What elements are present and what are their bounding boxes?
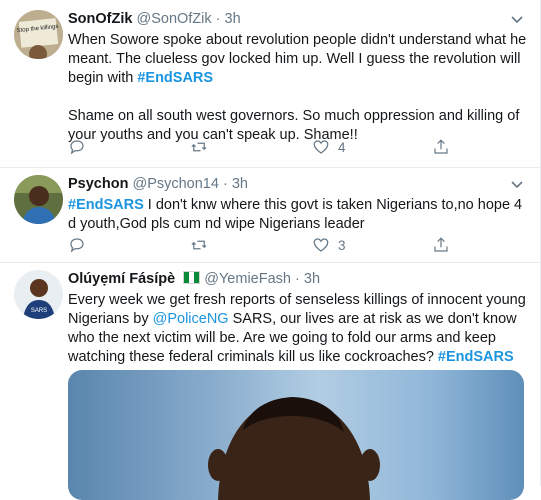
tweet-header: Psychon @Psychon14 · 3h	[68, 176, 248, 192]
avatar[interactable]	[14, 175, 63, 224]
timestamp[interactable]: 3h	[232, 176, 248, 192]
share-button[interactable]	[432, 137, 450, 157]
reply-button[interactable]	[68, 235, 94, 255]
share-icon	[434, 237, 448, 252]
nigeria-flag-icon	[183, 271, 201, 284]
hashtag-link[interactable]: #EndSARS	[137, 70, 213, 86]
display-name[interactable]: SonOfZik	[68, 11, 132, 27]
hashtag-link[interactable]: #EndSARS	[438, 349, 514, 365]
like-button[interactable]: 4	[312, 137, 346, 157]
tweet-text: Every week we get fresh reports of sense…	[68, 291, 530, 367]
user-handle[interactable]: @YemieFash	[204, 271, 291, 287]
tweet-sonofzik[interactable]: Stop the killings SonOfZik @SonOfZik · 3…	[0, 0, 540, 168]
tweet-actions: 4	[68, 137, 478, 157]
display-name[interactable]: Psychon	[68, 176, 128, 192]
tweet-media-image[interactable]	[68, 370, 524, 500]
timestamp[interactable]: 3h	[225, 11, 241, 27]
tweet-header: SonOfZik @SonOfZik · 3h	[68, 11, 241, 27]
avatar[interactable]: Stop the killings	[14, 10, 63, 59]
display-name[interactable]: Olúyẹmí Fásípè	[68, 271, 175, 287]
caret-down-icon[interactable]	[510, 12, 524, 26]
tweet-header: Olúyẹmí Fásípè @YemieFash · 3h	[68, 271, 320, 287]
avatar[interactable]: SARS	[14, 270, 63, 319]
share-icon	[434, 139, 448, 154]
hashtag-link[interactable]: #EndSARS	[68, 197, 144, 213]
reply-button[interactable]	[68, 137, 94, 157]
separator-dot: ·	[215, 11, 221, 27]
avatar-shirt-text: SARS	[31, 308, 47, 314]
tweet-feed: Stop the killings SonOfZik @SonOfZik · 3…	[0, 0, 541, 500]
tweet-text: When Sowore spoke about revolution peopl…	[68, 31, 530, 145]
like-icon	[313, 140, 329, 154]
retweet-button[interactable]	[190, 235, 216, 255]
caret-down-icon[interactable]	[510, 177, 524, 191]
tweet-actions: 3	[68, 235, 478, 255]
like-icon	[313, 238, 329, 252]
user-handle[interactable]: @Psychon14	[132, 176, 218, 192]
timestamp[interactable]: 3h	[304, 271, 320, 287]
separator-dot: ·	[222, 176, 228, 192]
share-button[interactable]	[432, 235, 450, 255]
reply-icon	[70, 140, 84, 155]
retweet-icon	[191, 240, 207, 250]
retweet-button[interactable]	[190, 137, 216, 157]
like-count: 3	[338, 237, 346, 253]
like-button[interactable]: 3	[312, 235, 346, 255]
tweet-psychon[interactable]: Psychon @Psychon14 · 3h #EndSARS I don't…	[0, 168, 540, 263]
user-handle[interactable]: @SonOfZik	[136, 11, 211, 27]
retweet-icon	[191, 142, 207, 152]
media-photo	[208, 397, 380, 500]
reply-icon	[70, 238, 84, 253]
separator-dot: ·	[295, 271, 300, 287]
tweet-text: #EndSARS I don't knw where this govt is …	[68, 196, 530, 234]
mention-link[interactable]: @PoliceNG	[153, 311, 229, 327]
like-count: 4	[338, 139, 346, 155]
